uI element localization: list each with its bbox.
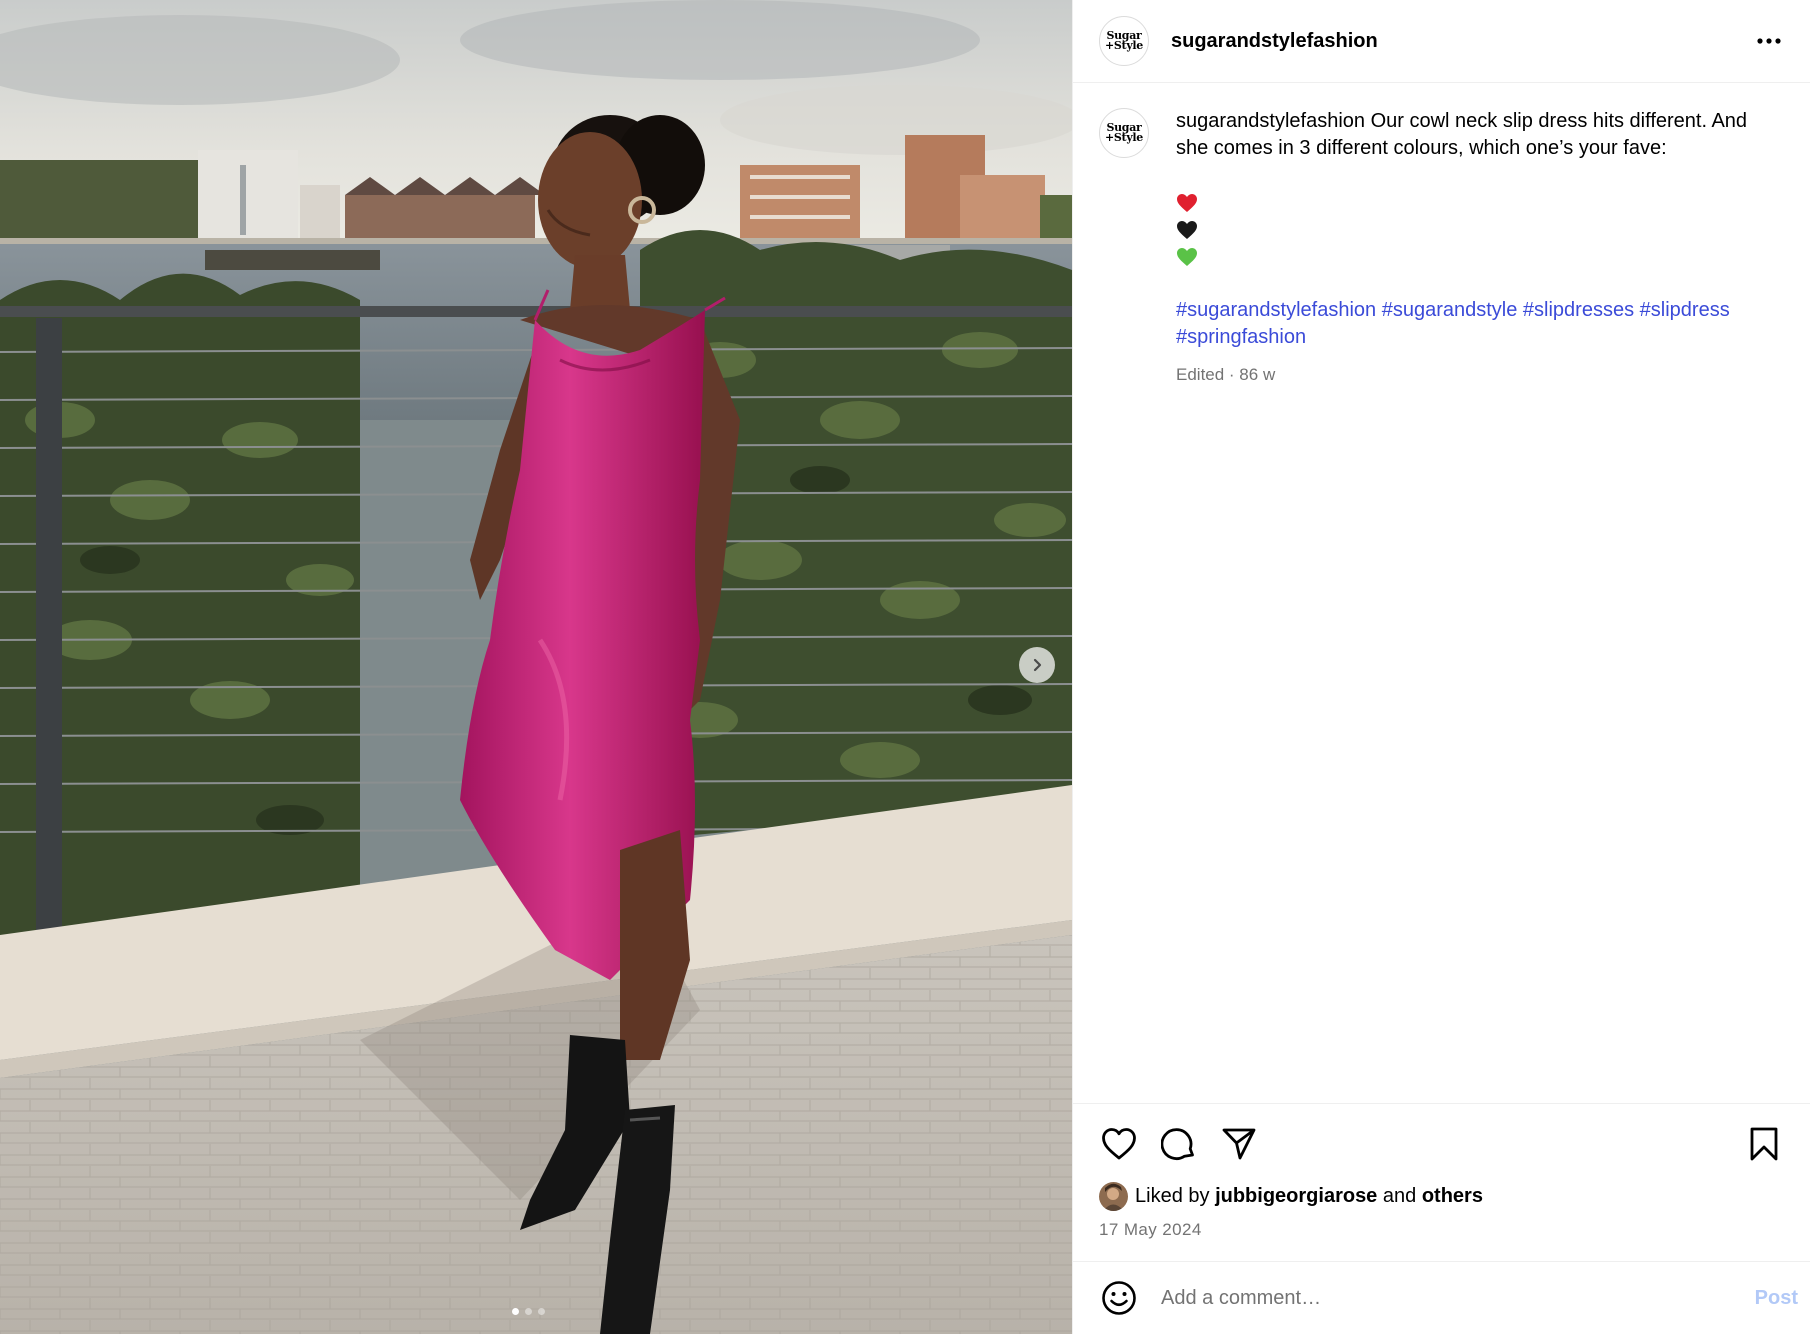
emoji-icon (1102, 1281, 1136, 1315)
emoji-picker-button[interactable] (1099, 1278, 1139, 1318)
likes-joiner: and (1382, 1185, 1417, 1207)
avatar-logo-text: +Style (1104, 131, 1143, 144)
hashtag-link[interactable]: #sugarandstylefashion (1176, 299, 1376, 321)
comment-button[interactable] (1159, 1124, 1199, 1164)
chevron-right-icon (1033, 658, 1042, 672)
likes-summary: Liked by jubbigeorgiarose and others (1099, 1182, 1784, 1211)
post-side-panel: Sugar +Style sugarandstylefashion Sugar … (1072, 0, 1810, 1334)
bookmark-icon (1750, 1127, 1778, 1161)
post-media[interactable] (0, 0, 1072, 1334)
comment-input[interactable] (1161, 1286, 1755, 1310)
heart-red-emoji: ❤️ (1176, 189, 1784, 216)
hashtag-link[interactable]: #sugarandstyle (1382, 299, 1518, 321)
likes-prefix: Liked by (1135, 1185, 1210, 1207)
heart-black-emoji: 🖤 (1176, 216, 1784, 243)
more-options-button[interactable] (1754, 26, 1784, 56)
caption-avatar[interactable]: Sugar +Style (1099, 108, 1149, 158)
instagram-post: Sugar +Style sugarandstylefashion Sugar … (0, 0, 1810, 1334)
avatar[interactable]: Sugar +Style (1099, 16, 1149, 66)
liker-username[interactable]: jubbigeorgiarose (1215, 1185, 1377, 1208)
caption-paragraph: sugarandstylefashion Our cowl neck slip … (1176, 108, 1784, 162)
hashtag-link[interactable]: #slipdresses (1523, 299, 1634, 321)
hashtag-link[interactable]: #springfashion (1176, 326, 1306, 348)
like-button[interactable] (1099, 1124, 1139, 1164)
carousel-dot-active (512, 1308, 519, 1315)
action-icons (1099, 1124, 1784, 1164)
save-button[interactable] (1744, 1124, 1784, 1164)
post-photo (0, 0, 1072, 1334)
share-icon (1222, 1128, 1256, 1160)
comment-composer: Post (1073, 1261, 1810, 1334)
next-slide-button[interactable] (1019, 647, 1055, 683)
carousel-dot (538, 1308, 545, 1315)
post-date: 17 May 2024 (1099, 1220, 1202, 1239)
hashtag-link[interactable]: #slipdress (1640, 299, 1730, 321)
carousel-dot (525, 1308, 532, 1315)
heart-green-emoji: 💚 (1176, 243, 1784, 270)
post-comment-button[interactable]: Post (1755, 1287, 1798, 1310)
post-header: Sugar +Style sugarandstylefashion (1073, 0, 1810, 83)
carousel-dots (512, 1308, 545, 1315)
caption-username[interactable]: sugarandstylefashion (1176, 110, 1365, 132)
likes-others-link[interactable]: others (1422, 1185, 1483, 1208)
comment-icon (1161, 1128, 1194, 1160)
hashtag-list: #sugarandstylefashion #sugarandstyle #sl… (1176, 297, 1784, 351)
liker-avatar[interactable] (1099, 1182, 1128, 1211)
more-horizontal-icon (1757, 38, 1781, 44)
caption-section: Sugar +Style sugarandstylefashion Our co… (1073, 83, 1810, 1103)
share-button[interactable] (1219, 1124, 1259, 1164)
action-bar: Liked by jubbigeorgiarose and others 17 … (1073, 1103, 1810, 1261)
heart-icon (1102, 1128, 1136, 1160)
caption-text: sugarandstylefashion Our cowl neck slip … (1176, 108, 1784, 1103)
author-username[interactable]: sugarandstylefashion (1171, 30, 1378, 53)
post-meta: Edited · 86 w (1176, 365, 1276, 384)
avatar-logo-text: +Style (1104, 39, 1143, 52)
